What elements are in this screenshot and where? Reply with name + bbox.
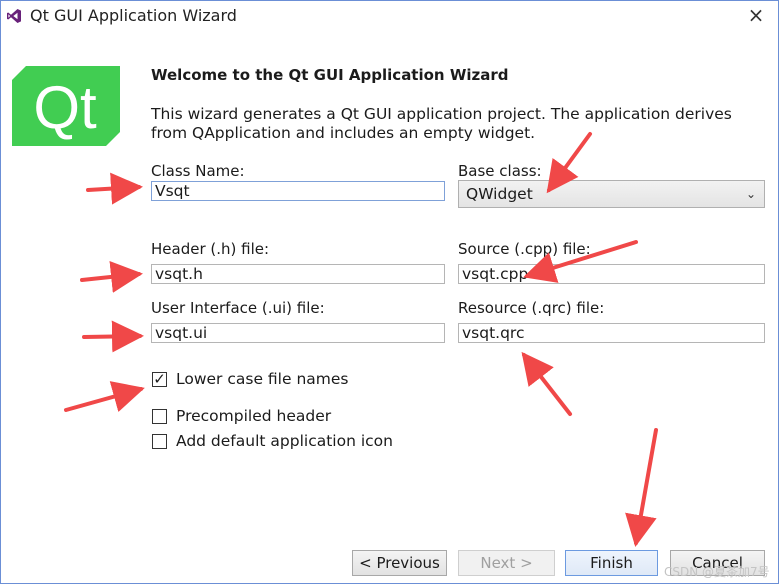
header-file-input[interactable]: vsqt.h — [151, 264, 445, 284]
arrow-to-resource-file — [521, 351, 572, 416]
precompiled-header-label: Precompiled header — [176, 407, 332, 425]
precompiled-header-checkbox[interactable] — [152, 409, 167, 424]
base-class-select[interactable]: QWidget ⌄ — [458, 180, 765, 208]
default-icon-label: Add default application icon — [176, 432, 393, 450]
class-name-label: Class Name: — [151, 162, 245, 180]
qt-logo-text: Qt — [33, 74, 97, 141]
window-title: Qt GUI Application Wizard — [30, 6, 237, 25]
watermark: CSDN @夏茶加7号 — [664, 565, 770, 579]
header-file-label: Header (.h) file: — [151, 240, 270, 258]
close-button[interactable]: × — [738, 0, 774, 32]
ui-file-label: User Interface (.ui) file: — [151, 299, 325, 317]
arrow-to-lower-case — [64, 381, 145, 412]
source-file-input[interactable]: vsqt.cpp — [458, 264, 765, 284]
finish-button[interactable]: Finish — [565, 550, 658, 576]
resource-file-label: Resource (.qrc) file: — [458, 299, 605, 317]
arrow-to-ui-file — [82, 320, 144, 353]
source-file-label: Source (.cpp) file: — [458, 240, 591, 258]
default-icon-checkbox[interactable] — [152, 434, 167, 449]
chevron-down-icon: ⌄ — [745, 187, 756, 201]
class-name-input[interactable]: Vsqt — [151, 181, 445, 201]
qt-logo: Qt — [12, 66, 120, 146]
arrow-to-header-file — [80, 261, 143, 293]
wizard-heading: Welcome to the Qt GUI Application Wizard — [151, 66, 509, 84]
previous-button[interactable]: < Previous — [352, 550, 447, 576]
lower-case-checkbox[interactable]: ✓ — [152, 372, 167, 387]
checkmark-icon: ✓ — [153, 370, 166, 388]
resource-file-input[interactable]: vsqt.qrc — [458, 323, 765, 343]
arrow-to-finish — [625, 428, 658, 547]
lower-case-label: Lower case file names — [176, 370, 349, 388]
visual-studio-icon — [7, 9, 21, 23]
base-class-value: QWidget — [466, 185, 533, 203]
next-button[interactable]: Next > — [458, 550, 555, 576]
base-class-label: Base class: — [458, 162, 542, 180]
arrow-to-class-name — [86, 172, 143, 205]
wizard-description: This wizard generates a Qt GUI applicati… — [151, 105, 732, 142]
ui-file-input[interactable]: vsqt.ui — [151, 323, 445, 343]
title-bar: Qt GUI Application Wizard × — [0, 0, 779, 34]
